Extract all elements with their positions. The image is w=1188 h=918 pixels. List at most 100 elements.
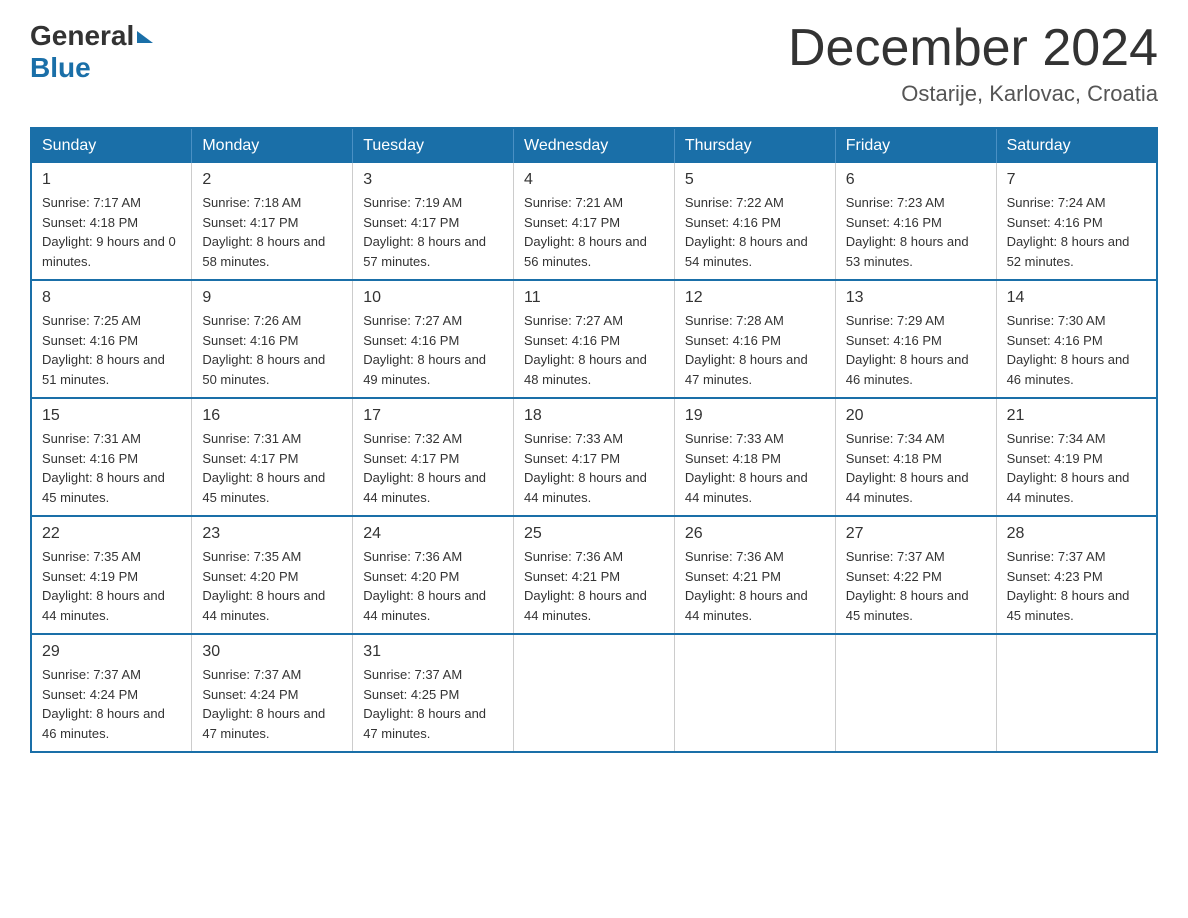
- location-text: Ostarije, Karlovac, Croatia: [788, 81, 1158, 107]
- day-number: 26: [685, 525, 825, 543]
- day-info: Sunrise: 7:36 AMSunset: 4:21 PMDaylight:…: [524, 549, 647, 623]
- calendar-table: SundayMondayTuesdayWednesdayThursdayFrid…: [30, 127, 1158, 753]
- calendar-day-18: 18 Sunrise: 7:33 AMSunset: 4:17 PMDaylig…: [514, 398, 675, 516]
- day-number: 7: [1007, 171, 1146, 189]
- calendar-day-7: 7 Sunrise: 7:24 AMSunset: 4:16 PMDayligh…: [996, 163, 1157, 280]
- day-info: Sunrise: 7:36 AMSunset: 4:21 PMDaylight:…: [685, 549, 808, 623]
- day-number: 27: [846, 525, 986, 543]
- calendar-day-25: 25 Sunrise: 7:36 AMSunset: 4:21 PMDaylig…: [514, 516, 675, 634]
- calendar-week-row-3: 15 Sunrise: 7:31 AMSunset: 4:16 PMDaylig…: [31, 398, 1157, 516]
- day-info: Sunrise: 7:18 AMSunset: 4:17 PMDaylight:…: [202, 195, 325, 269]
- day-number: 6: [846, 171, 986, 189]
- calendar-day-4: 4 Sunrise: 7:21 AMSunset: 4:17 PMDayligh…: [514, 163, 675, 280]
- day-number: 9: [202, 289, 342, 307]
- day-number: 3: [363, 171, 503, 189]
- day-info: Sunrise: 7:28 AMSunset: 4:16 PMDaylight:…: [685, 313, 808, 387]
- day-number: 28: [1007, 525, 1146, 543]
- day-number: 1: [42, 171, 181, 189]
- calendar-day-6: 6 Sunrise: 7:23 AMSunset: 4:16 PMDayligh…: [835, 163, 996, 280]
- day-info: Sunrise: 7:27 AMSunset: 4:16 PMDaylight:…: [524, 313, 647, 387]
- day-info: Sunrise: 7:17 AMSunset: 4:18 PMDaylight:…: [42, 195, 176, 269]
- calendar-day-27: 27 Sunrise: 7:37 AMSunset: 4:22 PMDaylig…: [835, 516, 996, 634]
- calendar-day-8: 8 Sunrise: 7:25 AMSunset: 4:16 PMDayligh…: [31, 280, 192, 398]
- day-info: Sunrise: 7:33 AMSunset: 4:18 PMDaylight:…: [685, 431, 808, 505]
- day-info: Sunrise: 7:37 AMSunset: 4:24 PMDaylight:…: [202, 667, 325, 741]
- day-info: Sunrise: 7:23 AMSunset: 4:16 PMDaylight:…: [846, 195, 969, 269]
- weekday-header-friday: Friday: [835, 128, 996, 163]
- calendar-day-2: 2 Sunrise: 7:18 AMSunset: 4:17 PMDayligh…: [192, 163, 353, 280]
- weekday-header-tuesday: Tuesday: [353, 128, 514, 163]
- day-number: 14: [1007, 289, 1146, 307]
- calendar-day-21: 21 Sunrise: 7:34 AMSunset: 4:19 PMDaylig…: [996, 398, 1157, 516]
- calendar-day-22: 22 Sunrise: 7:35 AMSunset: 4:19 PMDaylig…: [31, 516, 192, 634]
- day-info: Sunrise: 7:27 AMSunset: 4:16 PMDaylight:…: [363, 313, 486, 387]
- day-info: Sunrise: 7:37 AMSunset: 4:23 PMDaylight:…: [1007, 549, 1130, 623]
- calendar-week-row-5: 29 Sunrise: 7:37 AMSunset: 4:24 PMDaylig…: [31, 634, 1157, 752]
- day-info: Sunrise: 7:37 AMSunset: 4:25 PMDaylight:…: [363, 667, 486, 741]
- logo-general-text: General: [30, 20, 134, 52]
- calendar-empty-cell: [514, 634, 675, 752]
- day-number: 13: [846, 289, 986, 307]
- day-number: 31: [363, 643, 503, 661]
- day-number: 30: [202, 643, 342, 661]
- calendar-day-13: 13 Sunrise: 7:29 AMSunset: 4:16 PMDaylig…: [835, 280, 996, 398]
- calendar-day-3: 3 Sunrise: 7:19 AMSunset: 4:17 PMDayligh…: [353, 163, 514, 280]
- day-number: 19: [685, 407, 825, 425]
- title-section: December 2024 Ostarije, Karlovac, Croati…: [788, 20, 1158, 107]
- day-info: Sunrise: 7:34 AMSunset: 4:19 PMDaylight:…: [1007, 431, 1130, 505]
- logo: General Blue: [30, 20, 153, 84]
- calendar-day-28: 28 Sunrise: 7:37 AMSunset: 4:23 PMDaylig…: [996, 516, 1157, 634]
- day-info: Sunrise: 7:37 AMSunset: 4:24 PMDaylight:…: [42, 667, 165, 741]
- day-number: 22: [42, 525, 181, 543]
- calendar-day-30: 30 Sunrise: 7:37 AMSunset: 4:24 PMDaylig…: [192, 634, 353, 752]
- calendar-day-11: 11 Sunrise: 7:27 AMSunset: 4:16 PMDaylig…: [514, 280, 675, 398]
- day-info: Sunrise: 7:29 AMSunset: 4:16 PMDaylight:…: [846, 313, 969, 387]
- calendar-day-12: 12 Sunrise: 7:28 AMSunset: 4:16 PMDaylig…: [674, 280, 835, 398]
- calendar-day-29: 29 Sunrise: 7:37 AMSunset: 4:24 PMDaylig…: [31, 634, 192, 752]
- calendar-day-5: 5 Sunrise: 7:22 AMSunset: 4:16 PMDayligh…: [674, 163, 835, 280]
- day-info: Sunrise: 7:21 AMSunset: 4:17 PMDaylight:…: [524, 195, 647, 269]
- page-header: General Blue December 2024 Ostarije, Kar…: [30, 20, 1158, 107]
- logo-blue-text: Blue: [30, 52, 91, 84]
- day-number: 17: [363, 407, 503, 425]
- weekday-header-saturday: Saturday: [996, 128, 1157, 163]
- calendar-day-24: 24 Sunrise: 7:36 AMSunset: 4:20 PMDaylig…: [353, 516, 514, 634]
- calendar-day-15: 15 Sunrise: 7:31 AMSunset: 4:16 PMDaylig…: [31, 398, 192, 516]
- day-number: 20: [846, 407, 986, 425]
- month-title: December 2024: [788, 20, 1158, 77]
- day-info: Sunrise: 7:33 AMSunset: 4:17 PMDaylight:…: [524, 431, 647, 505]
- day-info: Sunrise: 7:37 AMSunset: 4:22 PMDaylight:…: [846, 549, 969, 623]
- day-info: Sunrise: 7:32 AMSunset: 4:17 PMDaylight:…: [363, 431, 486, 505]
- calendar-day-31: 31 Sunrise: 7:37 AMSunset: 4:25 PMDaylig…: [353, 634, 514, 752]
- weekday-header-thursday: Thursday: [674, 128, 835, 163]
- calendar-day-10: 10 Sunrise: 7:27 AMSunset: 4:16 PMDaylig…: [353, 280, 514, 398]
- day-info: Sunrise: 7:26 AMSunset: 4:16 PMDaylight:…: [202, 313, 325, 387]
- weekday-header-sunday: Sunday: [31, 128, 192, 163]
- day-number: 24: [363, 525, 503, 543]
- day-info: Sunrise: 7:22 AMSunset: 4:16 PMDaylight:…: [685, 195, 808, 269]
- logo-arrow-icon: [137, 31, 153, 43]
- day-info: Sunrise: 7:31 AMSunset: 4:16 PMDaylight:…: [42, 431, 165, 505]
- day-number: 2: [202, 171, 342, 189]
- day-number: 16: [202, 407, 342, 425]
- calendar-week-row-4: 22 Sunrise: 7:35 AMSunset: 4:19 PMDaylig…: [31, 516, 1157, 634]
- weekday-header-wednesday: Wednesday: [514, 128, 675, 163]
- day-number: 15: [42, 407, 181, 425]
- calendar-day-1: 1 Sunrise: 7:17 AMSunset: 4:18 PMDayligh…: [31, 163, 192, 280]
- day-number: 29: [42, 643, 181, 661]
- calendar-day-9: 9 Sunrise: 7:26 AMSunset: 4:16 PMDayligh…: [192, 280, 353, 398]
- day-info: Sunrise: 7:35 AMSunset: 4:19 PMDaylight:…: [42, 549, 165, 623]
- day-number: 23: [202, 525, 342, 543]
- calendar-week-row-2: 8 Sunrise: 7:25 AMSunset: 4:16 PMDayligh…: [31, 280, 1157, 398]
- weekday-header-monday: Monday: [192, 128, 353, 163]
- calendar-day-17: 17 Sunrise: 7:32 AMSunset: 4:17 PMDaylig…: [353, 398, 514, 516]
- day-number: 8: [42, 289, 181, 307]
- day-number: 12: [685, 289, 825, 307]
- day-number: 18: [524, 407, 664, 425]
- day-number: 10: [363, 289, 503, 307]
- calendar-week-row-1: 1 Sunrise: 7:17 AMSunset: 4:18 PMDayligh…: [31, 163, 1157, 280]
- day-info: Sunrise: 7:24 AMSunset: 4:16 PMDaylight:…: [1007, 195, 1130, 269]
- calendar-empty-cell: [674, 634, 835, 752]
- day-info: Sunrise: 7:36 AMSunset: 4:20 PMDaylight:…: [363, 549, 486, 623]
- weekday-header-row: SundayMondayTuesdayWednesdayThursdayFrid…: [31, 128, 1157, 163]
